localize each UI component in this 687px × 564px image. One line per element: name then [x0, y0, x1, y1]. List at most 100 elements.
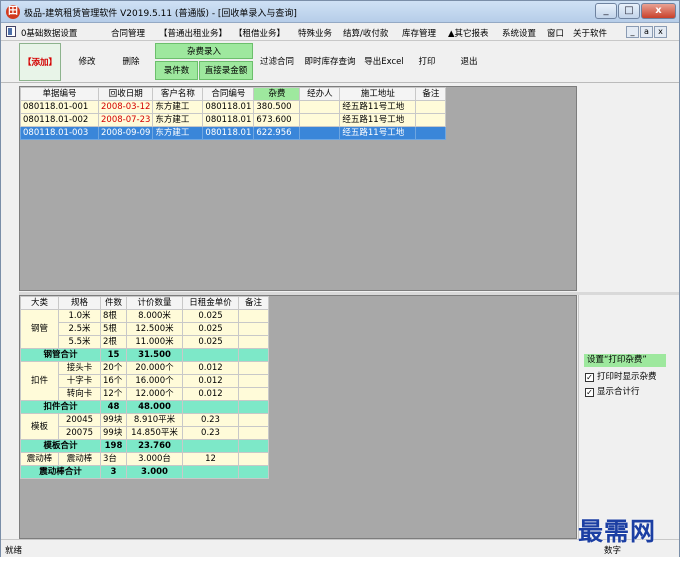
cell-qty: 12.000个	[126, 387, 183, 401]
cell-spec: 2.5米	[58, 322, 101, 336]
col-header-address[interactable]: 施工地址	[339, 87, 417, 101]
table-row[interactable]: 钢管 1.0米 8根 8.000米 0.025	[20, 309, 269, 349]
col-header-client[interactable]: 客户名称	[152, 87, 204, 101]
cell-contract: 080118.01	[202, 100, 255, 114]
table-row[interactable]: 转向卡 12个 12.000个 0.012	[21, 387, 269, 401]
add-button[interactable]: 【添加】	[19, 43, 61, 81]
main-window: 田 极品-建筑租赁管理软件 V2019.5.11 (普通版) - [回收单录入与…	[0, 0, 680, 557]
exit-button[interactable]: 退出	[449, 43, 489, 81]
receipts-grid-area: 单据编号 回收日期 客户名称 合同编号 杂费 经办人 施工地址 备注 08011…	[19, 86, 577, 291]
cell-subtotal-label: 钢管合计	[20, 348, 101, 362]
cell-client: 东方建工	[152, 100, 204, 114]
col-header-detail-note[interactable]: 备注	[238, 296, 269, 310]
table-row[interactable]: 080118.01-002 2008-07-23 东方建工 080118.01 …	[20, 113, 447, 127]
show-fee-checkbox[interactable]: ✓ 打印时显示杂费	[585, 371, 675, 383]
subtotal-row[interactable]: 模板合计 198 23.760	[20, 439, 269, 453]
table-row-selected[interactable]: 080118.01-003 2008-09-09 东方建工 080118.01 …	[20, 126, 447, 140]
minimize-button[interactable]: _	[595, 3, 617, 19]
col-header-misc-fee[interactable]: 杂费	[253, 87, 301, 101]
menu-system[interactable]: 系统设置	[502, 27, 536, 39]
show-total-row-checkbox[interactable]: ✓ 显示合计行	[585, 386, 675, 398]
cell-detail-note	[238, 426, 269, 440]
col-header-return-date[interactable]: 回收日期	[97, 87, 154, 101]
menu-window[interactable]: 窗口	[547, 27, 564, 39]
cell-qty: 8.910平米	[126, 413, 183, 427]
col-header-note[interactable]: 备注	[415, 87, 447, 101]
cell-spec: 20075	[58, 426, 101, 440]
menu-about[interactable]: 关于软件	[573, 27, 607, 39]
cell-subtotal-count: 198	[100, 439, 127, 453]
cell-count: 20个	[100, 361, 127, 375]
cell-price: 0.012	[182, 361, 239, 375]
details-grid-area: 大类 规格 件数 计价数量 日租金单价 备注 钢管 1.0米 8根 8.000米…	[19, 295, 577, 539]
print-button[interactable]: 打印	[409, 43, 445, 81]
cell-subtotal-count: 48	[100, 400, 127, 414]
subtotal-row[interactable]: 扣件合计 48 48.000	[20, 400, 269, 414]
cell-count: 2根	[100, 335, 127, 349]
cell-receipt-id: 080118.01-002	[20, 113, 99, 127]
menu-settlement[interactable]: 结算/收付款	[343, 27, 388, 39]
cell-count: 12个	[100, 387, 127, 401]
cell-subtotal-blank	[238, 348, 269, 362]
col-header-qty[interactable]: 计价数量	[126, 296, 183, 310]
menu-other-reports[interactable]: ▲其它报表	[448, 27, 489, 39]
edit-button[interactable]: 修改	[67, 43, 107, 81]
col-header-category[interactable]: 大类	[20, 296, 59, 310]
table-row[interactable]: 震动棒 震动棒 3台 3.000台 12	[20, 452, 269, 466]
mdi-close-button[interactable]: x	[654, 26, 667, 38]
cell-count: 5根	[100, 322, 127, 336]
cell-price: 0.23	[182, 426, 239, 440]
title-bar[interactable]: 田 极品-建筑租赁管理软件 V2019.5.11 (普通版) - [回收单录入与…	[1, 1, 679, 23]
col-header-handler[interactable]: 经办人	[299, 87, 341, 101]
menu-normal-rental[interactable]: 【普通出租业务】	[159, 27, 227, 39]
cell-category: 钢管	[20, 309, 59, 349]
cell-subtotal-count: 15	[100, 348, 127, 362]
table-row[interactable]: 2.5米 5根 12.500米 0.025	[21, 322, 269, 336]
cell-subtotal-blank	[182, 400, 239, 414]
cell-price: 0.025	[182, 322, 239, 336]
menu-lease[interactable]: 【租借业务】	[234, 27, 285, 39]
filter-contract-button[interactable]: 过滤合同	[256, 43, 298, 81]
col-header-count[interactable]: 件数	[100, 296, 127, 310]
instant-stock-button[interactable]: 即时库存查询	[301, 43, 359, 81]
delete-button[interactable]: 删除	[111, 43, 151, 81]
app-logo-icon: 田	[6, 5, 20, 19]
cell-count: 16个	[100, 374, 127, 388]
menu-contract[interactable]: 合同管理	[111, 27, 145, 39]
table-row[interactable]: 20075 99块 14.850平米 0.23	[21, 426, 269, 440]
cell-qty: 20.000个	[126, 361, 183, 375]
cell-category: 模板	[20, 413, 59, 440]
table-row[interactable]: 模板 20045 99块 8.910平米 0.23	[20, 413, 269, 440]
mdi-minimize-button[interactable]: _	[626, 26, 639, 38]
checkbox-checked-icon[interactable]: ✓	[585, 373, 594, 382]
table-row[interactable]: 080118.01-001 2008-03-12 东方建工 080118.01 …	[20, 100, 447, 114]
table-row[interactable]: 十字卡 16个 16.000个 0.012	[21, 374, 269, 388]
cell-handler	[299, 113, 341, 127]
cell-detail-note	[238, 322, 269, 336]
menu-inventory[interactable]: 库存管理	[402, 27, 436, 39]
close-button[interactable]: x	[641, 3, 676, 19]
col-header-spec[interactable]: 规格	[58, 296, 101, 310]
col-header-contract[interactable]: 合同编号	[202, 87, 255, 101]
entry-count-button[interactable]: 录件数	[155, 61, 198, 80]
col-header-receipt-id[interactable]: 单据编号	[20, 87, 99, 101]
cell-note	[415, 100, 447, 114]
subtotal-row[interactable]: 钢管合计 15 31.500	[20, 348, 269, 362]
checkbox-checked-icon[interactable]: ✓	[585, 388, 594, 397]
table-row[interactable]: 扣件 接头卡 20个 20.000个 0.012	[20, 361, 269, 401]
cell-contract: 080118.01	[202, 113, 255, 127]
export-excel-button[interactable]: 导出Excel	[361, 43, 407, 81]
print-settings-panel: 设置“打印杂费” ✓ 打印时显示杂费 ✓ 显示合计行	[578, 295, 679, 539]
cell-subtotal-qty: 3.000	[126, 465, 183, 479]
menu-basic-data[interactable]: 0基础数据设置	[21, 27, 77, 39]
menu-special[interactable]: 特殊业务	[298, 27, 332, 39]
cell-client: 东方建工	[152, 126, 204, 140]
cell-subtotal-label: 模板合计	[20, 439, 101, 453]
entry-amount-button[interactable]: 直接录金额	[199, 61, 253, 80]
col-header-daily-price[interactable]: 日租金单价	[182, 296, 239, 310]
table-row[interactable]: 5.5米 2根 11.000米 0.025	[21, 335, 269, 349]
mdi-restore-button[interactable]: a	[640, 26, 653, 38]
subtotal-row[interactable]: 震动棒合计 3 3.000	[20, 465, 269, 479]
maximize-button[interactable]: □	[618, 3, 640, 19]
cell-address: 经五路11号工地	[339, 113, 417, 127]
